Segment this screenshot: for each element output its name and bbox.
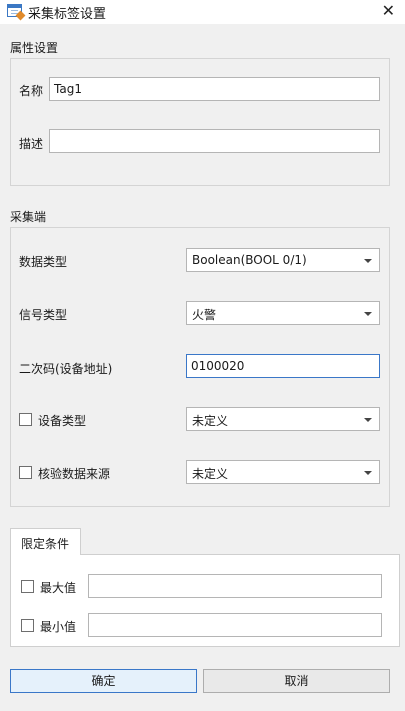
chevron-down-icon [364,471,372,475]
signal-type-dropdown[interactable]: 火警 [186,301,380,325]
verify-source-value: 未定义 [192,467,229,481]
description-field[interactable] [49,129,380,153]
name-field[interactable]: Tag1 [49,77,380,101]
app-icon [7,4,26,21]
tab-limits[interactable]: 限定条件 [10,528,81,555]
max-value-checkbox[interactable] [21,580,34,593]
ok-button[interactable]: 确定 [10,669,197,693]
title-bar: 采集标签设置 ✕ [0,0,405,24]
chevron-down-icon [364,312,372,316]
window-title: 采集标签设置 [28,7,107,22]
data-type-label: 数据类型 [19,255,68,269]
secondary-code-label: 二次码(设备地址) [19,362,113,376]
close-icon[interactable]: ✕ [382,0,395,22]
verify-source-dropdown[interactable]: 未定义 [186,460,380,484]
tab-limits-label: 限定条件 [21,537,70,551]
chevron-down-icon [364,418,372,422]
verify-source-checkbox[interactable] [19,466,32,479]
min-value-label: 最小值 [40,620,77,634]
description-label: 描述 [19,137,44,151]
data-type-value: Boolean(BOOL 0/1) [192,253,307,267]
data-type-dropdown[interactable]: Boolean(BOOL 0/1) [186,248,380,272]
min-value-checkbox[interactable] [21,619,34,632]
device-type-checkbox[interactable] [19,413,32,426]
name-label: 名称 [19,84,44,98]
min-value-field[interactable] [88,613,382,637]
device-type-value: 未定义 [192,414,229,428]
signal-type-label: 信号类型 [19,308,68,322]
secondary-code-field[interactable]: 0100020 [186,354,380,378]
verify-source-label: 核验数据来源 [38,467,111,481]
chevron-down-icon [364,259,372,263]
acquisition-section-label: 采集端 [10,210,47,224]
device-type-label: 设备类型 [38,414,87,428]
max-value-field[interactable] [88,574,382,598]
properties-section-label: 属性设置 [10,41,59,55]
max-value-label: 最大值 [40,581,77,595]
cancel-button[interactable]: 取消 [203,669,390,693]
device-type-dropdown[interactable]: 未定义 [186,407,380,431]
signal-type-value: 火警 [192,308,217,322]
